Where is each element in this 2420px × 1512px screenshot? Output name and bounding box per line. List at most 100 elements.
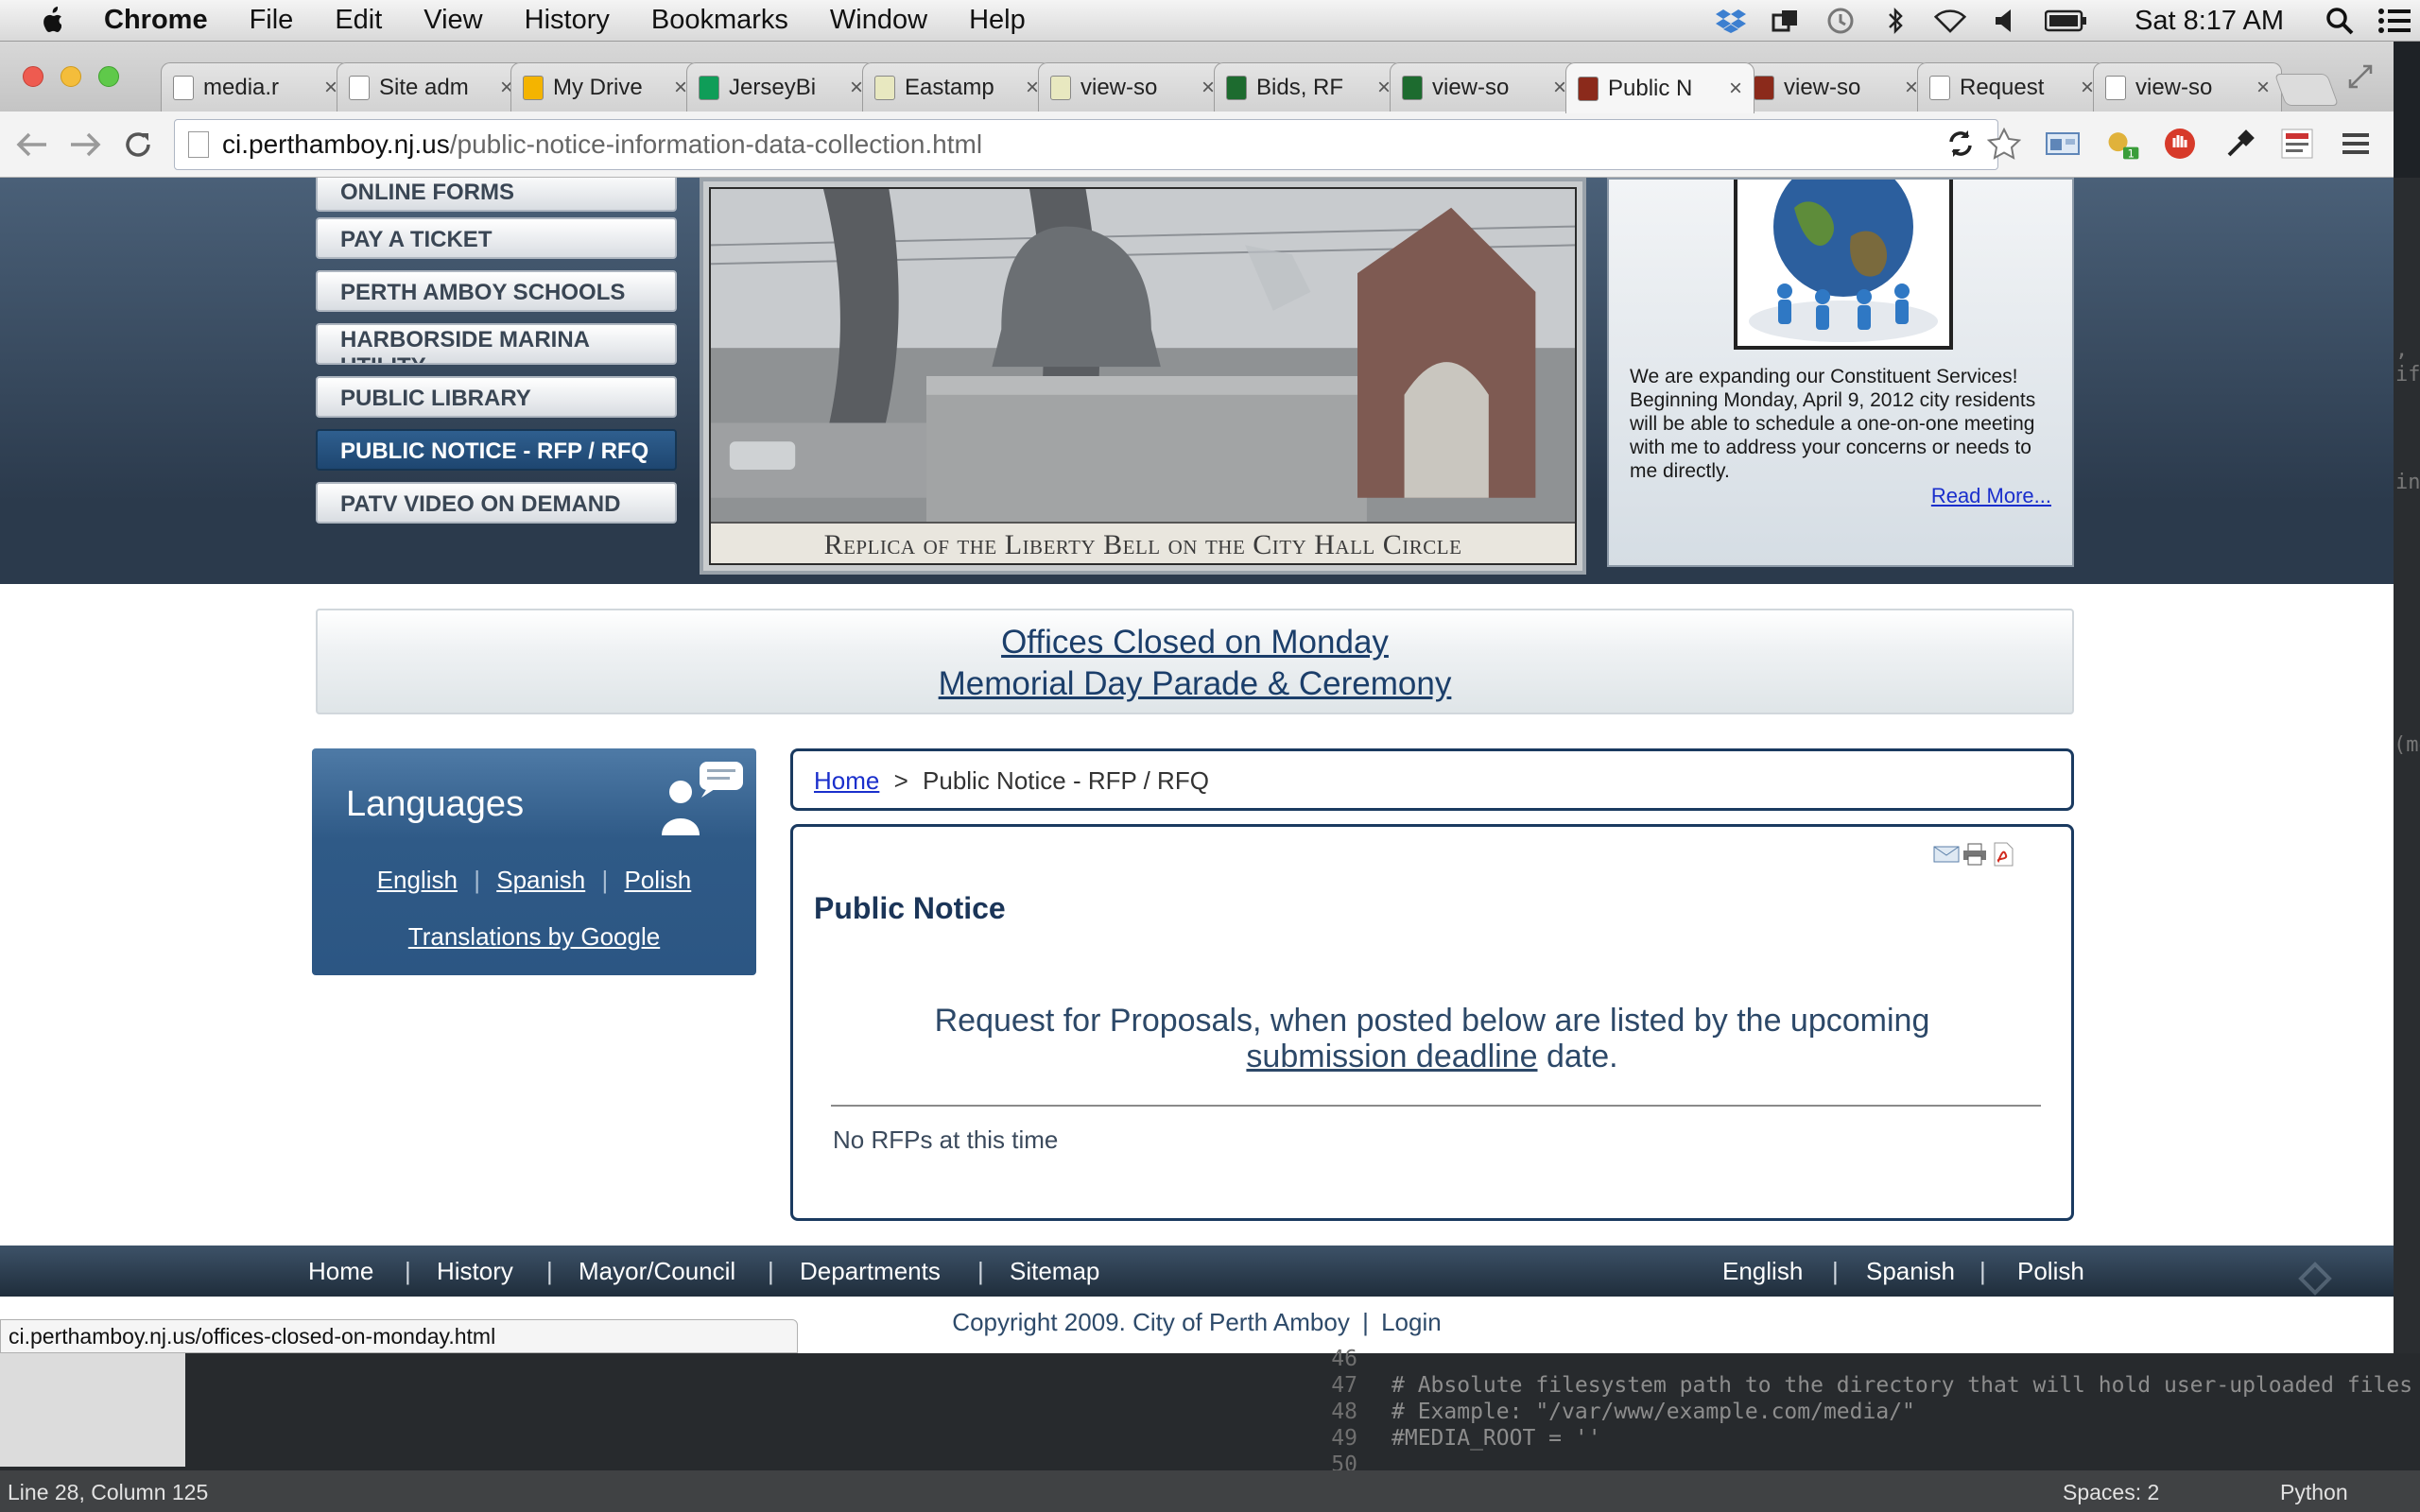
copyright-text: Copyright 2009. City of Perth Amboy — [952, 1308, 1350, 1336]
address-bar[interactable]: ci.perthamboy.nj.us/public-notice-inform… — [174, 119, 1998, 170]
sync-icon[interactable] — [1942, 125, 1979, 163]
menubar-clock[interactable]: Sat 8:17 AM — [2135, 6, 2284, 37]
announcement-offices-closed-link[interactable]: Offices Closed on Monday — [318, 622, 2072, 663]
menu-edit[interactable]: Edit — [335, 5, 382, 36]
mac-menubar: Chrome File Edit View History Bookmarks … — [0, 0, 2420, 42]
email-page-icon[interactable] — [1933, 842, 1960, 867]
breadcrumb-home-link[interactable]: Home — [814, 766, 879, 795]
footer-language-link[interactable]: Polish — [2017, 1257, 2084, 1286]
side-nav-item[interactable]: PUBLIC NOTICE - RFP / RFQ — [316, 429, 677, 471]
extension-badge-icon[interactable]: 1 — [2104, 125, 2142, 163]
read-more-link[interactable]: Read More... — [1931, 484, 2051, 508]
pdf-page-icon[interactable] — [1990, 842, 2016, 867]
menu-app-name[interactable]: Chrome — [104, 5, 208, 36]
code-line: 46 — [1301, 1346, 2420, 1372]
side-nav-item[interactable]: PATV VIDEO ON DEMAND — [316, 482, 677, 524]
eyedropper-icon[interactable] — [2221, 125, 2259, 163]
login-link[interactable]: Login — [1381, 1308, 1442, 1336]
fullscreen-icon[interactable] — [2346, 62, 2375, 91]
wifi-icon[interactable] — [1934, 7, 1966, 35]
new-tab-button[interactable] — [2273, 74, 2340, 106]
reload-button[interactable] — [117, 124, 159, 165]
browser-tab[interactable]: Eastamp × — [862, 62, 1051, 112]
volume-icon[interactable] — [1989, 7, 2021, 35]
print-page-icon[interactable] — [1962, 842, 1988, 867]
close-tab-icon[interactable]: × — [850, 75, 863, 101]
css-selector-extension-icon[interactable] — [2278, 125, 2316, 163]
browser-tab[interactable]: Bids, RF × — [1214, 62, 1403, 112]
side-nav-item[interactable]: HARBORSIDE MARINA UTILITY — [316, 323, 677, 365]
translations-by-google-link[interactable]: Translations by Google — [312, 922, 756, 952]
code-editor[interactable]: 46 47 # Absolute filesystem path to the di… — [1301, 1346, 2420, 1477]
close-tab-icon[interactable]: × — [1201, 75, 1215, 101]
feedback-watermark-icon[interactable] — [2291, 1255, 2339, 1302]
back-button[interactable] — [11, 124, 53, 165]
browser-tab[interactable]: My Drive × — [510, 62, 700, 112]
copy-windows-icon[interactable] — [1770, 7, 1802, 35]
document-icon — [2105, 75, 2126, 100]
side-nav-item[interactable]: ONLINE FORMS — [316, 178, 677, 212]
browser-tab[interactable]: view-so × — [2093, 62, 2282, 112]
close-tab-icon[interactable]: × — [1905, 75, 1918, 101]
syntax-language[interactable]: Python — [2280, 1480, 2348, 1505]
close-tab-icon[interactable]: × — [1553, 75, 1566, 101]
footer-link[interactable]: Sitemap — [1010, 1257, 1099, 1286]
apple-menu-icon[interactable] — [38, 5, 66, 37]
bluetooth-icon[interactable] — [1879, 7, 1911, 35]
indentation-setting[interactable]: Spaces: 2 — [2063, 1480, 2159, 1505]
footer-link[interactable]: History — [437, 1257, 513, 1286]
menu-view[interactable]: View — [424, 5, 482, 36]
menu-file[interactable]: File — [250, 5, 294, 36]
footer-language-link[interactable]: Spanish — [1866, 1257, 1955, 1286]
spotlight-search-icon[interactable] — [2324, 7, 2356, 35]
language-polish-link[interactable]: Polish — [624, 866, 691, 894]
browser-tab[interactable]: media.r × — [161, 62, 350, 112]
close-window-button[interactable] — [23, 66, 43, 87]
notification-center-icon[interactable] — [2378, 7, 2411, 35]
zoom-window-button[interactable] — [98, 66, 119, 87]
side-nav-item[interactable]: PERTH AMBOY SCHOOLS — [316, 270, 677, 312]
bookmark-star-icon[interactable] — [1985, 125, 2023, 163]
close-tab-icon[interactable]: × — [2081, 75, 2094, 101]
browser-tab[interactable]: view-so × — [1390, 62, 1579, 112]
browser-tab[interactable]: view-so × — [1038, 62, 1227, 112]
adblock-icon[interactable] — [2161, 125, 2199, 163]
footer-link[interactable]: Home — [308, 1257, 373, 1286]
menu-help[interactable]: Help — [969, 5, 1026, 36]
chrome-menu-icon[interactable] — [2337, 125, 2375, 163]
close-tab-icon[interactable]: × — [1377, 75, 1391, 101]
close-tab-icon[interactable]: × — [324, 75, 337, 101]
tab-title: Site adm — [379, 74, 469, 100]
menu-history[interactable]: History — [525, 5, 610, 36]
line-number: 49 — [1331, 1426, 1357, 1451]
dropbox-icon[interactable] — [1715, 7, 1747, 35]
time-machine-icon[interactable] — [1824, 7, 1857, 35]
page-tools — [1931, 842, 2016, 867]
announcement-memorial-day-link[interactable]: Memorial Day Parade & Ceremony — [318, 663, 2072, 705]
close-tab-icon[interactable]: × — [674, 75, 687, 101]
browser-tab[interactable]: JerseyBi × — [686, 62, 875, 112]
menu-window[interactable]: Window — [830, 5, 927, 36]
menu-bookmarks[interactable]: Bookmarks — [651, 5, 788, 36]
footer-link[interactable]: Departments — [800, 1257, 941, 1286]
line-number: 48 — [1331, 1400, 1357, 1424]
side-nav-item[interactable]: PAY A TICKET — [316, 217, 677, 259]
tab-screenshot-extension-icon[interactable] — [2044, 125, 2082, 163]
language-english-link[interactable]: English — [377, 866, 458, 894]
footer-link[interactable]: Mayor/Council — [579, 1257, 735, 1286]
browser-tab[interactable]: view-so × — [1741, 62, 1930, 112]
mayor-message-text: We are expanding our Constituent Service… — [1630, 366, 2036, 482]
forward-button[interactable] — [64, 124, 106, 165]
close-tab-icon[interactable]: × — [2256, 75, 2270, 101]
browser-tab[interactable]: Public N × — [1565, 62, 1754, 113]
browser-tab[interactable]: Request × — [1917, 62, 2106, 112]
footer-language-link[interactable]: English — [1722, 1257, 1803, 1286]
close-tab-icon[interactable]: × — [1026, 75, 1039, 101]
language-spanish-link[interactable]: Spanish — [496, 866, 585, 894]
loading-icon — [1050, 75, 1071, 100]
browser-tab[interactable]: Site adm × — [337, 62, 526, 112]
minimize-window-button[interactable] — [60, 66, 81, 87]
close-tab-icon[interactable]: × — [1729, 76, 1742, 102]
battery-icon[interactable] — [2044, 7, 2089, 35]
side-nav-item[interactable]: PUBLIC LIBRARY — [316, 376, 677, 418]
